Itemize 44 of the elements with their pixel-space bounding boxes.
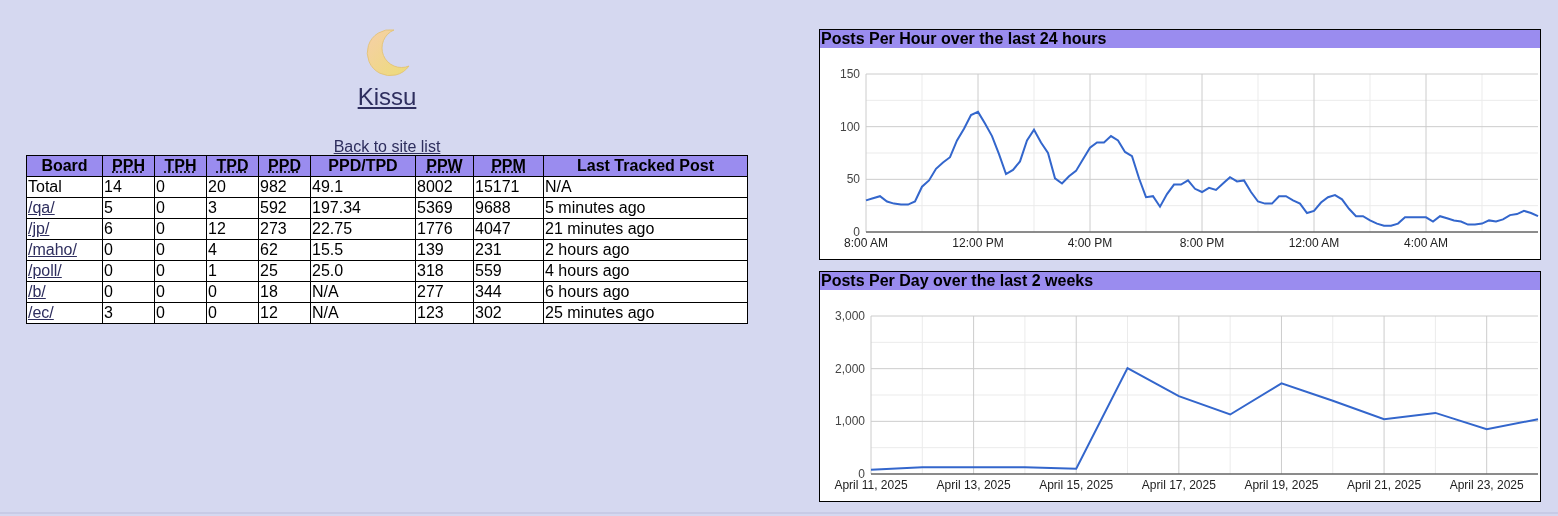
column-header: PPD/TPD (310, 155, 416, 177)
table-cell: 4 hours ago (543, 260, 748, 282)
column-header: TPD (206, 155, 259, 177)
back-link[interactable]: Back to site list (333, 139, 441, 155)
column-header: PPM (473, 155, 544, 177)
site-title-link[interactable]: Kissu (357, 82, 417, 112)
x-tick-label: April 23, 2025 (1449, 478, 1524, 492)
y-tick-label: 150 (839, 67, 860, 81)
chart-title: Posts Per Hour over the last 24 hours (820, 30, 1540, 48)
table-cell: 25 minutes ago (543, 302, 748, 324)
y-tick-label: 1,000 (834, 414, 865, 429)
x-tick-label: 12:00 PM (952, 236, 1004, 250)
x-tick-label: April 13, 2025 (936, 478, 1011, 492)
y-tick-label: 3,000 (834, 309, 865, 323)
column-header: TPH (154, 155, 207, 177)
y-tick-label: 0 (858, 467, 865, 481)
column-header: PPD (258, 155, 311, 177)
chart-title: Posts Per Day over the last 2 weeks (820, 272, 1540, 290)
column-header: PPW (415, 155, 474, 177)
column-header: PPH (102, 155, 155, 177)
moon-icon (364, 28, 410, 76)
table-cell: 2 hours ago (543, 239, 748, 261)
table-cell: 6 hours ago (543, 281, 748, 303)
x-tick-label: 4:00 AM (1404, 236, 1448, 250)
y-tick-label: 0 (853, 225, 860, 239)
board-link[interactable]: /b/ (28, 283, 46, 300)
x-tick-label: April 21, 2025 (1347, 478, 1422, 492)
table-cell: N/A (543, 176, 748, 198)
column-header: Last Tracked Post (543, 155, 748, 177)
x-tick-label: April 15, 2025 (1039, 478, 1114, 492)
y-tick-label: 50 (846, 172, 860, 187)
y-tick-label: 100 (839, 119, 860, 134)
table-cell: 5 minutes ago (543, 197, 748, 219)
column-header: Board (26, 155, 103, 177)
x-tick-label: April 11, 2025 (834, 478, 908, 492)
x-tick-label: 12:00 AM (1288, 236, 1340, 250)
x-tick-label: April 17, 2025 (1141, 478, 1216, 492)
x-tick-label: 4:00 PM (1067, 236, 1113, 250)
x-tick-label: 8:00 PM (1179, 236, 1225, 250)
x-tick-label: April 19, 2025 (1244, 478, 1319, 492)
table-cell: Total (26, 176, 103, 198)
y-tick-label: 2,000 (834, 361, 865, 376)
x-tick-label: 8:00 AM (844, 236, 888, 250)
table-cell: 21 minutes ago (543, 218, 748, 240)
